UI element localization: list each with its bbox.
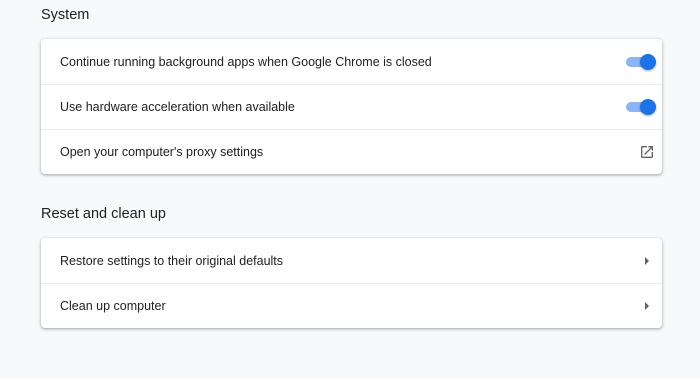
reset-card: Restore settings to their original defau… [41,238,662,328]
proxy-settings-label: Open your computer's proxy settings [60,145,264,159]
external-link-icon[interactable] [639,144,655,160]
hardware-acceleration-row[interactable]: Use hardware acceleration when available [41,84,662,129]
arrow-right-icon [645,256,649,265]
restore-defaults-label: Restore settings to their original defau… [60,253,284,268]
system-card: Continue running background apps when Go… [41,39,662,174]
toggle-knob [640,53,656,70]
section-title-reset: Reset and clean up [41,206,166,222]
hardware-acceleration-toggle[interactable] [626,99,656,115]
hardware-acceleration-label: Use hardware acceleration when available [60,100,295,114]
section-title-system: System [41,7,90,23]
background-apps-label: Continue running background apps when Go… [60,54,432,69]
clean-up-computer-label: Clean up computer [60,299,166,313]
clean-up-computer-row[interactable]: Clean up computer [41,283,662,328]
toggle-knob [640,99,656,115]
arrow-right-icon [645,302,649,310]
background-apps-row[interactable]: Continue running background apps when Go… [41,39,662,84]
proxy-settings-row[interactable]: Open your computer's proxy settings [41,129,662,174]
restore-defaults-row[interactable]: Restore settings to their original defau… [41,238,662,283]
background-apps-toggle[interactable] [626,53,656,70]
